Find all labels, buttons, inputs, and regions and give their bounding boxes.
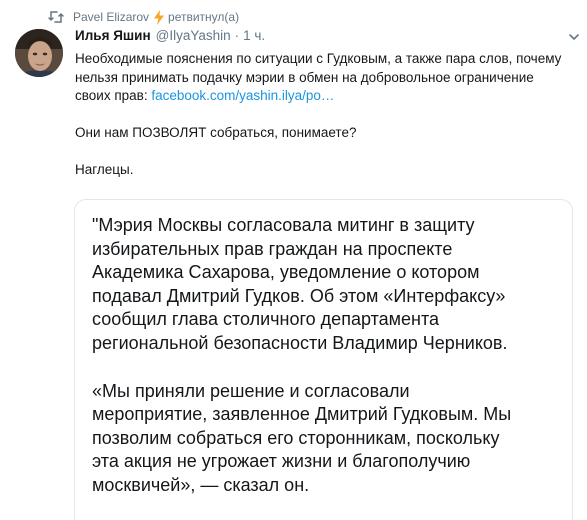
quote-line: эта акция не угрожает жизни и благополуч… <box>92 451 471 472</box>
tweet-content: Илья Яшин @IlyaYashin · 1 ч. Необходимые… <box>75 28 579 180</box>
facebook-link[interactable]: facebook.com/yashin.ilya/po… <box>151 88 334 103</box>
quote-line: "Мэрия Москвы согласовала митинг в защит… <box>92 215 475 235</box>
header-separator: · <box>234 28 240 43</box>
tweet-text-line: нельзя принимать подачку мэрии в обмен н… <box>75 69 534 85</box>
tweet-text-line: своих прав: facebook.com/yashin.ilya/po… <box>75 87 575 106</box>
quote-line: избирательных прав граждан на проспекте <box>92 238 453 259</box>
tweet-text-line: Необходимые пояснения по ситуации с Гудк… <box>75 51 562 66</box>
retweeter-name-link[interactable]: Pavel Elizarov <box>73 10 149 24</box>
retweet-action-text: ретвитнул(а) <box>168 10 240 24</box>
tweet-card[interactable]: Pavel Elizarov ретвитнул(а) Илья Яшин @I… <box>0 0 587 520</box>
tweet-paragraph: Они нам ПОЗВОЛЯТ собраться, понимаете? <box>75 125 357 140</box>
quote-line: «Мы приняли решение и согласовали <box>92 380 410 401</box>
author-handle[interactable]: @IlyaYashin <box>156 28 231 43</box>
quote-line: сообщил глава столичного департамента <box>92 309 440 330</box>
avatar[interactable] <box>15 29 63 77</box>
lightning-bolt-icon <box>153 9 165 25</box>
quote-card[interactable]: "Мэрия Москвы согласовала митинг в защит… <box>74 199 573 520</box>
quote-line: мероприятие, заявленное Дмитрий Гудковым… <box>92 404 512 425</box>
retweet-context: Pavel Elizarov ретвитнул(а) <box>48 7 239 27</box>
quote-line: москвичей», — сказал он. <box>92 474 310 495</box>
quote-line: подавал Дмитрий Гудков. Об этом «Интерфа… <box>92 285 506 306</box>
tweet-paragraph: Наглецы. <box>75 162 134 177</box>
chevron-down-icon[interactable] <box>567 30 581 44</box>
quote-line: региональной безопасности Владимир Черни… <box>92 332 508 353</box>
quote-line: позволим собраться его сторонникам, поск… <box>92 427 500 448</box>
author-name[interactable]: Илья Яшин <box>75 28 151 43</box>
tweet-text-prefix: своих прав: <box>75 88 152 103</box>
tweet-header: Илья Яшин @IlyaYashin · 1 ч. <box>75 28 579 48</box>
retweet-icon <box>48 10 64 24</box>
quote-line: Академика Сахарова, уведомление о которо… <box>92 262 480 283</box>
tweet-timestamp[interactable]: 1 ч. <box>243 28 265 43</box>
tweet-text: Необходимые пояснения по ситуации с Гудк… <box>75 50 575 180</box>
